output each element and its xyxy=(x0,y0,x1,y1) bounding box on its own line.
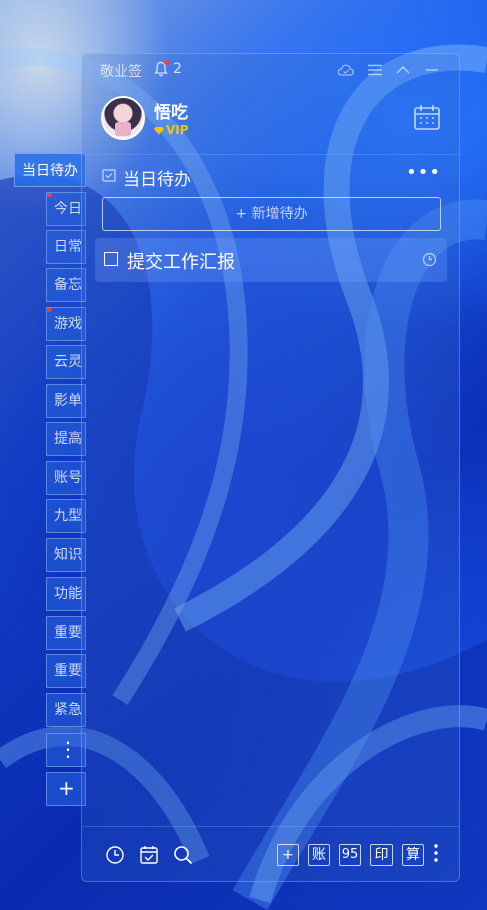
footer-calc-button[interactable]: 算 xyxy=(402,844,424,866)
side-tab[interactable]: 提高 xyxy=(46,422,86,456)
more-vertical-icon xyxy=(434,844,438,862)
side-tab[interactable]: 日常 xyxy=(46,230,86,264)
username[interactable]: 悟吃 xyxy=(154,98,188,123)
completed-tasks-icon[interactable] xyxy=(139,845,159,865)
unread-dot xyxy=(47,308,52,312)
notification-dot xyxy=(164,60,169,65)
unread-dot xyxy=(47,193,52,197)
side-tab-label: 功能 xyxy=(54,586,82,602)
side-tab-label: 紧急 xyxy=(54,702,82,718)
main-panel: 敬业签 2 悟吃 VIP 当日待办 ••• + 新增待办 提交工作汇报 + 账 … xyxy=(81,53,460,882)
side-tab[interactable]: 影单 xyxy=(46,384,86,418)
notification-count: 2 xyxy=(173,61,182,77)
side-tab-label: 游戏 xyxy=(54,316,82,332)
side-tab[interactable]: 九型 xyxy=(46,499,86,533)
side-tab-label: 重要 xyxy=(54,663,82,679)
side-tab[interactable]: 重要 xyxy=(46,654,86,688)
side-tab[interactable]: 重要 xyxy=(46,616,86,650)
side-tab[interactable]: 今日 xyxy=(46,192,86,226)
section-header: 当日待办 ••• xyxy=(82,159,459,191)
collapse-icon[interactable] xyxy=(394,62,412,78)
app-name: 敬业签 xyxy=(100,64,142,80)
vip-label: VIP xyxy=(166,123,189,137)
side-tab[interactable]: 游戏 xyxy=(46,307,86,341)
side-tab-label: 云灵 xyxy=(54,354,82,370)
reminder-clock-icon[interactable] xyxy=(422,252,437,267)
side-tab-label: 日常 xyxy=(54,239,82,255)
footer-95-button[interactable]: 95 xyxy=(339,844,361,866)
section-title: 当日待办 xyxy=(123,170,191,190)
user-header: 悟吃 VIP xyxy=(82,86,459,155)
footer-account-button[interactable]: 账 xyxy=(308,844,330,866)
side-tab-label: 备忘 xyxy=(54,277,82,293)
side-tab-label: 九型 xyxy=(54,508,82,524)
title-bar: 敬业签 2 xyxy=(82,54,459,86)
side-tab-label: 重要 xyxy=(54,625,82,641)
calendar-check-icon xyxy=(102,169,116,182)
history-clock-icon[interactable] xyxy=(105,845,125,865)
diamond-icon xyxy=(154,126,164,135)
add-todo-button[interactable]: + 新增待办 xyxy=(102,197,441,231)
menu-icon[interactable] xyxy=(366,62,384,78)
todo-text[interactable]: 提交工作汇报 xyxy=(127,248,235,274)
side-tab[interactable]: 功能 xyxy=(46,577,86,611)
footer-more-button[interactable] xyxy=(433,843,439,863)
footer-print-button[interactable]: 印 xyxy=(370,844,393,866)
cloud-sync-icon[interactable] xyxy=(337,62,355,78)
side-tabs-more-button[interactable]: ⋮ xyxy=(46,733,86,767)
side-tab[interactable]: 紧急 xyxy=(46,693,86,727)
side-tab-label: 今日 xyxy=(54,201,82,217)
side-tab[interactable]: 云灵 xyxy=(46,345,86,379)
avatar[interactable] xyxy=(101,96,145,140)
calendar-icon[interactable] xyxy=(413,103,441,131)
side-tab-active[interactable]: 当日待办 xyxy=(14,153,86,187)
footer-toolbar: + 账 95 印 算 xyxy=(82,826,459,881)
search-icon[interactable] xyxy=(173,845,193,865)
side-tab[interactable]: 备忘 xyxy=(46,268,86,302)
todo-checkbox[interactable] xyxy=(104,252,118,266)
add-category-button[interactable]: + xyxy=(46,772,86,806)
todo-item[interactable]: 提交工作汇报 xyxy=(95,238,447,282)
minimize-icon[interactable] xyxy=(423,62,441,78)
section-more-button[interactable]: ••• xyxy=(406,162,441,183)
side-tab-label: 提高 xyxy=(54,431,82,447)
side-tab-label: 影单 xyxy=(54,393,82,409)
footer-add-button[interactable]: + xyxy=(277,844,299,866)
side-tab[interactable]: 知识 xyxy=(46,538,86,572)
vip-badge[interactable]: VIP xyxy=(154,123,189,137)
side-tab[interactable]: 账号 xyxy=(46,461,86,495)
side-tab-label: 知识 xyxy=(54,547,82,563)
side-tab-label: 账号 xyxy=(54,470,82,486)
